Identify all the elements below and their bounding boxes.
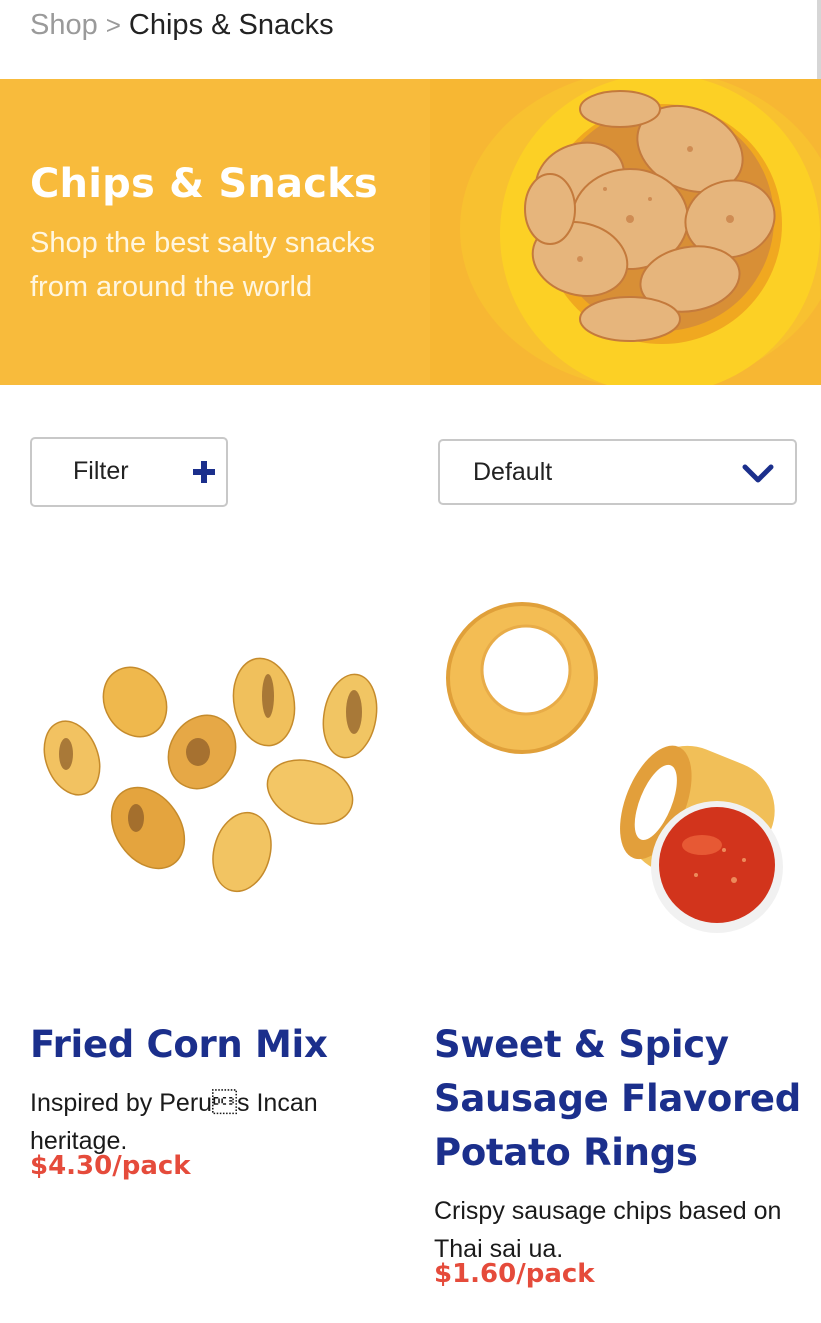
fried-corn-image[interactable] <box>30 600 390 930</box>
chevron-down-icon <box>742 464 774 483</box>
plus-icon <box>193 461 215 483</box>
breadcrumb-current: Chips & Snacks <box>128 9 334 41</box>
filter-label: Filter <box>73 457 129 485</box>
product-description: Inspired by Perus Incan heritage. <box>30 1089 318 1155</box>
product-title[interactable]: Sweet & Spicy Sausage Flavored Potato Ri… <box>434 1018 814 1180</box>
hero-title: Chips & Snacks <box>30 161 378 207</box>
sort-selected-value: Default <box>473 458 553 486</box>
category-hero-banner: Chips & Snacks Shop the best salty snack… <box>0 79 821 385</box>
product-price: $1.60/pack <box>434 1259 595 1289</box>
hero-subtitle: Shop the best salty snacks from around t… <box>30 227 375 303</box>
potato-rings-image[interactable] <box>434 590 821 950</box>
chips-bowl-image <box>430 79 821 385</box>
product-price: $4.30/pack <box>30 1151 191 1181</box>
breadcrumb: Shop > Chips & Snacks <box>30 8 334 42</box>
product-title[interactable]: Fried Corn Mix <box>30 1018 410 1072</box>
product-description: Crispy sausage chips based on Thai sai u… <box>434 1197 782 1263</box>
breadcrumb-separator: > <box>105 10 121 40</box>
sort-select[interactable]: Default <box>438 439 797 505</box>
breadcrumb-link-shop[interactable]: Shop <box>30 9 98 41</box>
filter-button[interactable]: Filter <box>30 437 228 507</box>
